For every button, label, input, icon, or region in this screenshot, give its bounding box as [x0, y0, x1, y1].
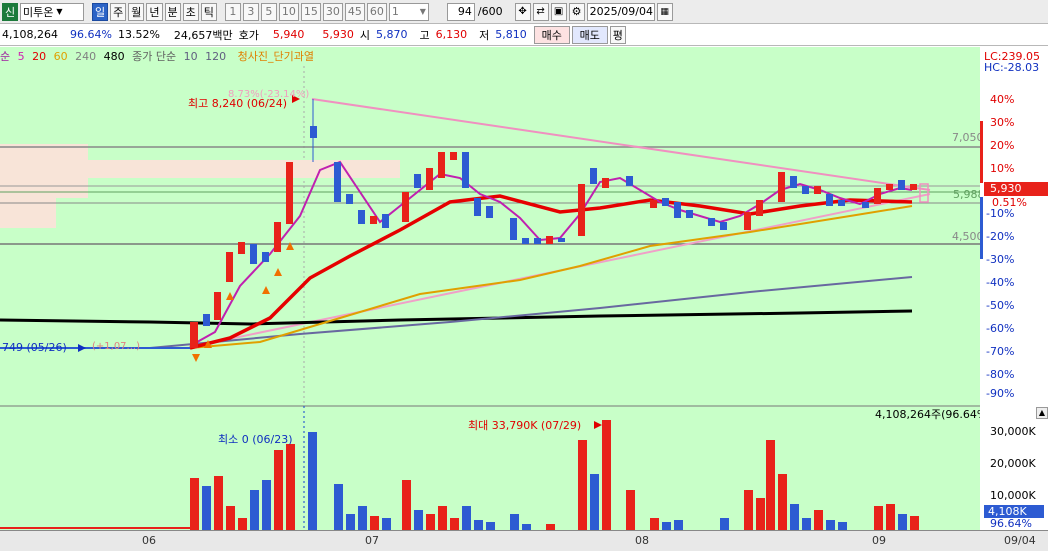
turnover-ratio: 13.52% [117, 28, 160, 41]
ma60-label[interactable]: 60 [54, 50, 68, 63]
high-label: 고 [419, 28, 430, 42]
scroll-up-button[interactable]: ▲ [1036, 407, 1048, 419]
eval-button[interactable]: 평 [609, 25, 626, 44]
x-label-08: 08 [635, 534, 649, 547]
price-label: 호가 [238, 28, 259, 42]
red-bar [980, 121, 983, 183]
blue-bar [980, 197, 983, 259]
vol-current-pct: 96.64% [990, 517, 1032, 530]
volume-min-label: 최소 0 (06/23) [218, 433, 293, 446]
chevron-down-icon[interactable]: ▼ [420, 7, 426, 16]
pct-tick-m80: -80% [986, 368, 1015, 381]
crosshair-icon[interactable]: ✥ [514, 2, 531, 21]
low-price: 5,810 [495, 28, 527, 41]
ask-price: 5,940 [272, 28, 305, 41]
interval-45-button[interactable]: 45 [344, 2, 365, 21]
period-tick-button[interactable]: 틱 [200, 2, 217, 21]
ma-legend: 순 5 20 60 240 480 종가 단순 10 120 청사진_단기과열 [0, 47, 980, 66]
trade-amount: 24,657백만 [173, 28, 233, 42]
low-pct-label: (+1,07...) [92, 341, 140, 352]
interval-5-button[interactable]: 5 [260, 2, 277, 21]
pct-tick-m50: -50% [986, 299, 1015, 312]
sell-button[interactable]: 매도 [571, 25, 608, 44]
ma480-label[interactable]: 480 [104, 50, 125, 63]
count-input[interactable]: 94 [446, 2, 475, 21]
ma5-label[interactable]: 5 [18, 50, 25, 63]
interval-3-button[interactable]: 3 [242, 2, 259, 21]
current-pct-label: 0.51% [992, 196, 1027, 209]
x-label-0904: 09/04 [1004, 534, 1036, 547]
date-axis[interactable]: 06 07 08 09 09/04 [0, 530, 1048, 551]
pct-tick-10: 10% [990, 162, 1015, 175]
level-7050-label: 7,050 [952, 131, 984, 144]
right-axis[interactable]: LC:239.05 HC:-28.03 40% 30% 20% 10% 0% -… [980, 47, 1048, 530]
vol-tick-10000k: 10,000K [990, 489, 1036, 502]
hc-label: HC:-28.03 [984, 61, 1040, 74]
ma240-label[interactable]: 240 [75, 50, 96, 63]
ma120-label[interactable]: 120 [205, 50, 226, 63]
period-year-button[interactable]: 년 [146, 2, 163, 21]
date-input[interactable]: 2025/09/04 [586, 2, 655, 21]
pct-tick-m90: -90% [986, 387, 1015, 400]
price-chart[interactable] [0, 66, 980, 530]
low-price-label: 749 (05/26) [2, 341, 67, 354]
pct-tick-m60: -60% [986, 322, 1015, 335]
x-label-06: 06 [142, 534, 156, 547]
volume-current-label: 4,108,264주(96.64%) [875, 408, 992, 421]
volume-ratio: 96.64% [70, 28, 112, 41]
calendar-icon[interactable]: ▦ [656, 2, 673, 21]
high-marker-label: 최고 8,240 (06/24) [188, 97, 288, 110]
count-total: /600 [477, 5, 503, 18]
pct-tick-20: 20% [990, 139, 1015, 152]
signal-label[interactable]: 청사진_단기과열 [238, 50, 314, 63]
low-label: 저 [479, 28, 490, 42]
current-price-badge: 5,930 [984, 182, 1048, 196]
stock-name-input[interactable]: 미투온 ▼ [20, 2, 84, 21]
period-month-button[interactable]: 월 [128, 2, 145, 21]
interval-15-button[interactable]: 15 [300, 2, 321, 21]
x-label-09: 09 [872, 534, 886, 547]
interval-10-button[interactable]: 10 [278, 2, 299, 21]
period-second-button[interactable]: 초 [182, 2, 199, 21]
close-ma-label: 종가 단순 [132, 50, 177, 63]
pct-tick-m40: -40% [986, 276, 1015, 289]
buy-button[interactable]: 매수 [533, 25, 570, 44]
interval-30-button[interactable]: 30 [322, 2, 343, 21]
ma-label: 순 [0, 50, 11, 63]
bid-price: 5,930 [322, 28, 354, 41]
chevron-down-icon[interactable]: ▼ [56, 7, 62, 16]
period-week-button[interactable]: 주 [110, 2, 127, 21]
vol-tick-30000k: 30,000K [990, 425, 1036, 438]
interval-1-button[interactable]: 1 [224, 2, 241, 21]
pct-tick-m30: -30% [986, 253, 1015, 266]
save-icon[interactable]: ▣ [550, 2, 567, 21]
level-4500-label: 4,500 [952, 230, 984, 243]
interval-60-button[interactable]: 60 [366, 2, 387, 21]
volume-value: 4,108,264 [2, 28, 58, 41]
volume-max-label: 최대 33,790K (07/29) [468, 419, 582, 432]
gear-icon[interactable]: ⚙ [568, 2, 585, 21]
open-price: 5,870 [376, 28, 408, 41]
open-label: 시 [359, 28, 371, 42]
pct-tick-m70: -70% [986, 345, 1015, 358]
ma20-label[interactable]: 20 [32, 50, 46, 63]
quote-bar: 4,108,264 96.64% 13.52% 24,657백만 호가 5,94… [0, 24, 1048, 46]
pct-tick-40: 40% [990, 93, 1015, 106]
market-tag: 신 [2, 2, 18, 21]
vol-tick-20000k: 20,000K [990, 457, 1036, 470]
period-minute-button[interactable]: 분 [164, 2, 181, 21]
pct-tick-m20: -20% [986, 230, 1015, 243]
x-label-07: 07 [365, 534, 379, 547]
toolbar: 신 미투온 ▼ 일 주 월 년 분 초 틱 1 3 5 10 15 30 45 6… [0, 0, 1048, 24]
ma10-label[interactable]: 10 [184, 50, 198, 63]
indicator-icon[interactable]: ⇄ [532, 2, 549, 21]
high-price: 6,130 [435, 28, 468, 41]
pct-tick-30: 30% [990, 116, 1015, 129]
period-day-button[interactable]: 일 [92, 2, 109, 21]
unit-select[interactable]: 1 ▼ [388, 2, 429, 21]
